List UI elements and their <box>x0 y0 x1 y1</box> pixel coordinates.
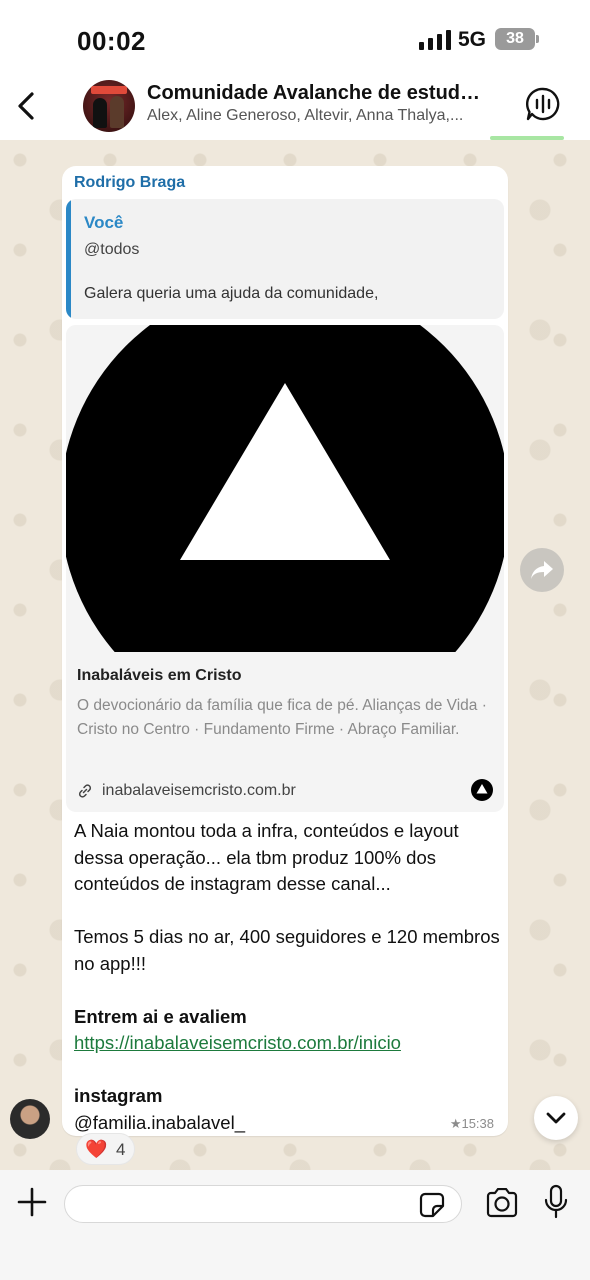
message-heading: Entrem ai e avaliem <box>74 1005 247 1027</box>
status-bar: 00:02 5G 38 <box>0 0 590 76</box>
link-preview[interactable]: Inabaláveis em Cristo O devocionário da … <box>66 325 504 812</box>
preview-description: O devocionário da família que fica de pé… <box>77 697 487 738</box>
avatar-figure <box>93 98 107 128</box>
chevron-down-icon <box>546 1112 566 1124</box>
forward-icon <box>531 561 553 579</box>
brand-triangle-icon <box>471 779 493 801</box>
battery-tip <box>536 35 539 43</box>
mic-icon[interactable] <box>543 1184 569 1220</box>
quote-text: Galera queria uma ajuda da comunidade, <box>84 285 379 302</box>
link-icon <box>78 784 92 798</box>
reaction-count: 4 <box>116 1140 126 1159</box>
message-timestamp: ★15:38 <box>449 1116 494 1131</box>
active-call-indicator <box>490 136 564 140</box>
battery-level: 38 <box>506 30 524 47</box>
message-heading: instagram <box>74 1085 163 1106</box>
group-title[interactable]: Comunidade Avalanche de estudo... <box>147 82 487 105</box>
back-chevron-icon[interactable] <box>12 86 42 126</box>
sticker-icon[interactable] <box>419 1192 445 1218</box>
quoted-message[interactable]: Você @todos Galera queria uma ajuda da c… <box>66 199 504 319</box>
camera-icon[interactable] <box>485 1188 519 1218</box>
group-members[interactable]: Alex, Aline Generoso, Altevir, Anna Thal… <box>147 107 487 125</box>
message-bubble[interactable]: Rodrigo Braga Você @todos Galera queria … <box>62 166 508 1136</box>
message-url-link[interactable]: https://inabalaveisemcristo.com.br/inici… <box>74 1032 401 1053</box>
composer-bar <box>0 1170 590 1280</box>
preview-title: Inabaláveis em Cristo <box>77 667 242 684</box>
network-type: 5G <box>458 28 487 51</box>
quote-author: Você <box>84 213 124 232</box>
battery-icon: 38 <box>495 28 535 50</box>
scroll-down-button[interactable] <box>534 1096 578 1140</box>
group-avatar[interactable] <box>83 80 135 132</box>
preview-domain: inabalaveisemcristo.com.br <box>102 782 296 799</box>
message-sender[interactable]: Rodrigo Braga <box>74 174 185 192</box>
message-input[interactable] <box>64 1185 462 1223</box>
signal-icon <box>419 30 451 50</box>
brand-logo-image <box>66 325 504 652</box>
heart-reaction-icon: ❤️ <box>85 1139 108 1159</box>
forward-button[interactable] <box>520 548 564 592</box>
voice-chat-icon[interactable] <box>525 86 561 122</box>
quote-text: @todos <box>84 241 140 258</box>
message-paragraph: A Naia montou toda a infra, conteúdos e … <box>74 820 459 894</box>
chat-header: Comunidade Avalanche de estudo... Alex, … <box>0 76 590 140</box>
instagram-handle: @familia.inabalavel_ <box>74 1111 245 1133</box>
reaction-pill[interactable]: ❤️ 4 <box>76 1133 135 1165</box>
quote-accent-bar <box>66 199 71 319</box>
plus-icon[interactable] <box>16 1186 48 1218</box>
avatar-figure <box>110 96 124 128</box>
avatar-banner <box>91 86 127 94</box>
preview-image <box>66 325 504 652</box>
message-paragraph: Temos 5 dias no ar, 400 seguidores e 120… <box>74 926 500 974</box>
message-body: A Naia montou toda a infra, conteúdos e … <box>74 818 500 1136</box>
status-time: 00:02 <box>77 26 146 56</box>
sender-avatar[interactable] <box>10 1099 50 1139</box>
